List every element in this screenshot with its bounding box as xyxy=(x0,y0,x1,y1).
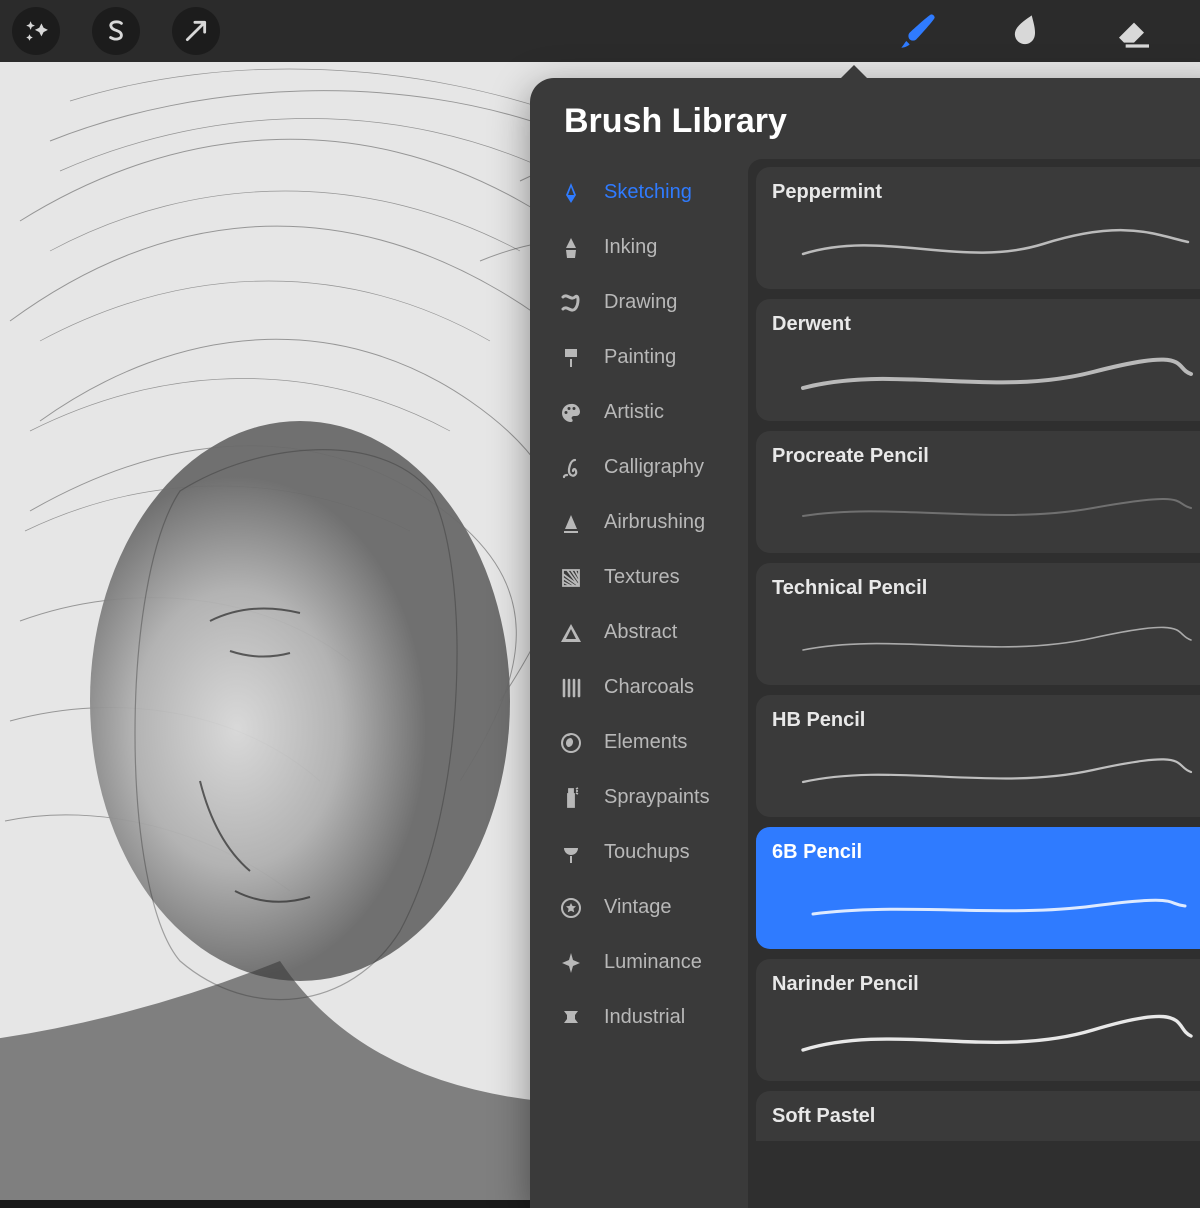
category-label: Luminance xyxy=(604,951,702,974)
category-elements[interactable]: Elements xyxy=(530,715,748,770)
category-label: Inking xyxy=(604,236,657,259)
category-label: Textures xyxy=(604,566,680,589)
category-abstract[interactable]: Abstract xyxy=(530,605,748,660)
category-label: Industrial xyxy=(604,1006,685,1029)
charcoals-icon xyxy=(556,673,586,703)
brush-library-panel: Brush Library Sketching Inking Drawing P… xyxy=(530,78,1200,1208)
category-artistic[interactable]: Artistic xyxy=(530,385,748,440)
spraypaints-icon xyxy=(556,783,586,813)
brush-list[interactable]: Peppermint Derwent Procreate Pencil Tech… xyxy=(748,159,1200,1208)
brush-icon xyxy=(898,11,938,51)
eraser-tool-button[interactable] xyxy=(1106,3,1162,59)
brush-name: 6B Pencil xyxy=(772,841,1200,864)
category-label: Drawing xyxy=(604,291,677,314)
brush-name: Technical Pencil xyxy=(772,577,1200,600)
artistic-icon xyxy=(556,398,586,428)
brush-item-derwent[interactable]: Derwent xyxy=(756,299,1200,421)
category-label: Abstract xyxy=(604,621,677,644)
category-luminance[interactable]: Luminance xyxy=(530,935,748,990)
category-sketching[interactable]: Sketching xyxy=(530,165,748,220)
painting-icon xyxy=(556,343,586,373)
category-airbrushing[interactable]: Airbrushing xyxy=(530,495,748,550)
brush-name: HB Pencil xyxy=(772,709,1200,732)
luminance-icon xyxy=(556,948,586,978)
touchups-icon xyxy=(556,838,586,868)
category-label: Elements xyxy=(604,731,687,754)
textures-icon xyxy=(556,563,586,593)
abstract-icon xyxy=(556,618,586,648)
brush-item-hb-pencil[interactable]: HB Pencil xyxy=(756,695,1200,817)
category-label: Artistic xyxy=(604,401,664,424)
category-painting[interactable]: Painting xyxy=(530,330,748,385)
category-vintage[interactable]: Vintage xyxy=(530,880,748,935)
move-tool-button[interactable] xyxy=(172,7,220,55)
smudge-icon xyxy=(1006,11,1046,51)
sketching-icon xyxy=(556,178,586,208)
brush-stroke-preview xyxy=(772,478,1200,538)
category-charcoals[interactable]: Charcoals xyxy=(530,660,748,715)
inking-icon xyxy=(556,233,586,263)
brush-name: Soft Pastel xyxy=(772,1105,1200,1128)
category-inking[interactable]: Inking xyxy=(530,220,748,275)
brush-item-peppermint[interactable]: Peppermint xyxy=(756,167,1200,289)
brush-name: Procreate Pencil xyxy=(772,445,1200,468)
arrow-icon xyxy=(183,18,209,44)
category-label: Spraypaints xyxy=(604,786,710,809)
panel-title: Brush Library xyxy=(564,102,1196,141)
category-label: Touchups xyxy=(604,841,690,864)
brush-item-technical-pencil[interactable]: Technical Pencil xyxy=(756,563,1200,685)
category-industrial[interactable]: Industrial xyxy=(530,990,748,1045)
brush-stroke-preview xyxy=(772,346,1200,406)
calligraphy-icon xyxy=(556,453,586,483)
drawing-icon xyxy=(556,288,586,318)
brush-item-6b-pencil[interactable]: 6B Pencil xyxy=(756,827,1200,949)
category-label: Sketching xyxy=(604,181,692,204)
elements-icon xyxy=(556,728,586,758)
brush-stroke-preview xyxy=(772,742,1200,802)
category-spraypaints[interactable]: Spraypaints xyxy=(530,770,748,825)
brush-name: Narinder Pencil xyxy=(772,973,1200,996)
brush-stroke-preview xyxy=(772,610,1200,670)
brush-name: Derwent xyxy=(772,313,1200,336)
panel-header: Brush Library xyxy=(530,78,1200,159)
vintage-icon xyxy=(556,893,586,923)
top-toolbar xyxy=(0,0,1200,62)
s-icon xyxy=(103,18,129,44)
brush-item-soft-pastel[interactable]: Soft Pastel xyxy=(756,1091,1200,1141)
brush-stroke-preview xyxy=(772,214,1200,274)
industrial-icon xyxy=(556,1003,586,1033)
category-label: Calligraphy xyxy=(604,456,704,479)
panel-pointer xyxy=(840,65,868,79)
category-drawing[interactable]: Drawing xyxy=(530,275,748,330)
category-touchups[interactable]: Touchups xyxy=(530,825,748,880)
smudge-tool-button[interactable] xyxy=(998,3,1054,59)
category-textures[interactable]: Textures xyxy=(530,550,748,605)
brush-tool-button[interactable] xyxy=(890,3,946,59)
brush-name: Peppermint xyxy=(772,181,1200,204)
category-label: Painting xyxy=(604,346,676,369)
category-calligraphy[interactable]: Calligraphy xyxy=(530,440,748,495)
magic-tool-button[interactable] xyxy=(12,7,60,55)
brush-categories-list[interactable]: Sketching Inking Drawing Painting Artist… xyxy=(530,159,748,1208)
eraser-icon xyxy=(1114,11,1154,51)
brush-stroke-preview xyxy=(772,1006,1200,1066)
brush-stroke-preview xyxy=(772,874,1200,934)
category-label: Charcoals xyxy=(604,676,694,699)
magic-icon xyxy=(23,18,49,44)
category-label: Vintage xyxy=(604,896,671,919)
brush-item-narinder-pencil[interactable]: Narinder Pencil xyxy=(756,959,1200,1081)
selection-tool-button[interactable] xyxy=(92,7,140,55)
brush-item-procreate-pencil[interactable]: Procreate Pencil xyxy=(756,431,1200,553)
category-label: Airbrushing xyxy=(604,511,705,534)
airbrushing-icon xyxy=(556,508,586,538)
